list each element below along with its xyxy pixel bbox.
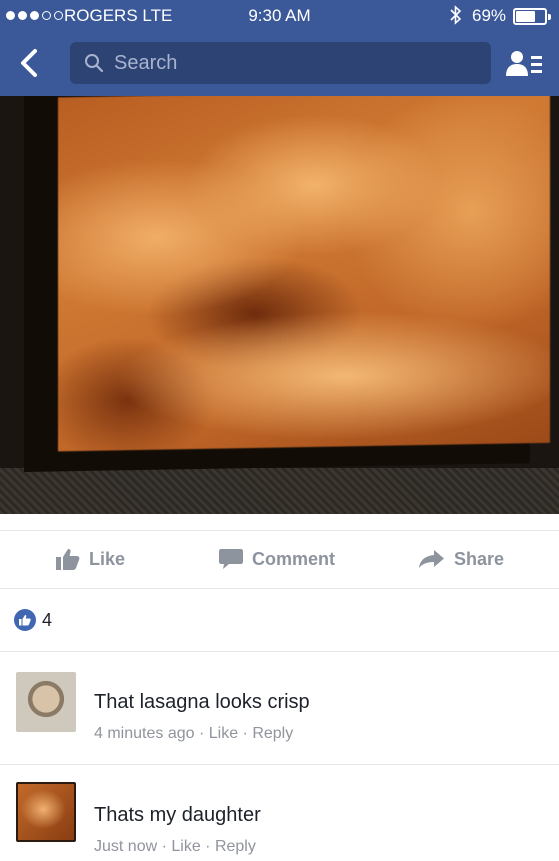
avatar[interactable] (16, 782, 76, 842)
comment-text: Thats my daughter (94, 804, 261, 826)
comment-like-link[interactable]: Like (209, 725, 238, 742)
comment-bubble-icon (219, 549, 243, 569)
comment-timestamp: 4 minutes ago (94, 725, 195, 742)
nav-bar: Search (0, 32, 559, 96)
post-photo[interactable] (0, 96, 559, 514)
thumbs-up-icon (56, 549, 80, 570)
like-label: Like (89, 548, 126, 569)
friend-requests-icon[interactable] (505, 48, 543, 80)
battery-icon (513, 8, 551, 25)
comment-meta: 4 minutes ago · Like · Reply (94, 725, 293, 743)
separator: · (200, 838, 215, 855)
app-header: ROGERS LTE 9:30 AM 69% Search (0, 0, 559, 96)
post-actions-bar: Like Comment Share (0, 533, 559, 585)
comment-like-link[interactable]: Like (171, 838, 200, 855)
bluetooth-icon (450, 5, 462, 25)
reaction-count: 4 (42, 609, 53, 630)
avatar[interactable] (16, 672, 76, 732)
comment-reply-link[interactable]: Reply (252, 725, 293, 742)
comment-reply-link[interactable]: Reply (215, 838, 256, 855)
battery-level (516, 11, 535, 22)
search-placeholder: Search (114, 52, 178, 74)
separator: · (238, 725, 253, 742)
comment-item: Thats my daughter Just now · Like · Repl… (0, 766, 559, 861)
divider (0, 530, 559, 531)
comment-label: Comment (252, 548, 336, 569)
separator: · (157, 838, 172, 855)
share-label: Share (454, 548, 505, 569)
ultrasound-frame (24, 96, 550, 473)
comment-button[interactable]: Comment (219, 533, 335, 585)
reaction-summary[interactable]: 4 (14, 607, 52, 633)
search-input[interactable]: Search (70, 42, 491, 84)
like-reaction-icon (14, 609, 36, 631)
back-chevron-icon[interactable] (14, 46, 44, 80)
carpet-background (0, 468, 559, 514)
share-button[interactable]: Share (419, 533, 504, 585)
comment-item: That lasagna looks crisp 4 minutes ago ·… (0, 656, 559, 752)
divider (0, 651, 559, 652)
divider (0, 588, 559, 589)
search-icon (85, 54, 104, 73)
comment-text: That lasagna looks crisp (94, 691, 310, 713)
comment-timestamp: Just now (94, 838, 158, 855)
battery-percent: 69% (472, 6, 507, 25)
divider (0, 764, 559, 765)
status-bar: ROGERS LTE 9:30 AM 69% (0, 0, 559, 32)
ultrasound-image (58, 96, 550, 452)
like-button[interactable]: Like (56, 533, 125, 585)
separator: · (194, 725, 209, 742)
share-arrow-icon (419, 550, 444, 568)
comment-meta: Just now · Like · Reply (94, 838, 256, 856)
